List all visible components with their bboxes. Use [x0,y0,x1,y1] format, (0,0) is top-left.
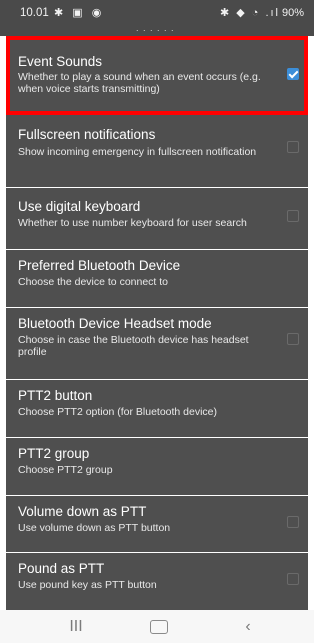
pref-fullscreen-notifications[interactable]: Fullscreen notifications Show incoming e… [6,115,308,187]
pref-title: Volume down as PTT [18,504,147,519]
pref-summary: Use pound key as PTT button [18,579,157,591]
pref-summary: Choose in case the Bluetooth device has … [18,334,249,358]
checkbox-icon[interactable] [287,516,299,528]
pref-volume-down-as-ptt[interactable]: Volume down as PTT Use volume down as PT… [6,496,308,552]
checkbox-icon[interactable] [287,573,299,585]
previous-row-fragment: . . . . . . [0,23,314,36]
pref-preferred-bluetooth-device[interactable]: Preferred Bluetooth Device Choose the de… [6,250,308,307]
status-notification-icons: ✱ ▣ ◉ [54,7,105,19]
pref-title: Bluetooth Device Headset mode [18,316,212,331]
status-time: 10.01 [20,7,49,19]
navigation-bar: III ‹ [0,610,314,643]
home-icon[interactable] [150,620,168,634]
pref-summary: Show incoming emergency in fullscreen no… [18,146,257,158]
pref-ptt2-group[interactable]: PTT2 group Choose PTT2 group [6,438,308,495]
pref-summary: Use volume down as PTT button [18,522,171,534]
checkbox-icon[interactable] [287,210,299,222]
checkbox-icon[interactable] [287,141,299,153]
highlight-box [6,36,308,115]
preferences-list: Event Sounds Whether to play a sound whe… [6,36,308,610]
pref-title: PTT2 button [18,388,93,403]
pref-ptt2-button[interactable]: PTT2 button Choose PTT2 option (for Blue… [6,380,308,437]
pref-summary: Choose the device to connect to [18,276,169,288]
pref-summary: Whether to use number keyboard for user … [18,217,247,229]
pref-title: Use digital keyboard [18,199,141,214]
pref-title: PTT2 group [18,446,90,461]
pref-use-digital-keyboard[interactable]: Use digital keyboard Whether to use numb… [6,188,308,249]
pref-title: Pound as PTT [18,561,105,576]
status-signal-icons: ✱ ◆ ◔ .ıl [219,7,280,19]
battery-indicator: 90% [281,7,304,19]
pref-bluetooth-headset-mode[interactable]: Bluetooth Device Headset mode Choose in … [6,308,308,379]
pref-title: Fullscreen notifications [18,127,156,142]
phone-screen: 10.01 ✱ ▣ ◉ ✱ ◆ ◔ .ıl 90% . . . . . . Ev… [0,0,314,643]
recents-icon[interactable]: III [66,618,86,636]
pref-summary: Choose PTT2 group [18,464,113,476]
back-icon[interactable]: ‹ [238,618,258,636]
checkbox-icon[interactable] [287,333,299,345]
pref-pound-as-ptt[interactable]: Pound as PTT Use pound key as PTT button [6,553,308,610]
pref-summary: Choose PTT2 option (for Bluetooth device… [18,406,218,418]
pref-title: Preferred Bluetooth Device [18,258,181,273]
